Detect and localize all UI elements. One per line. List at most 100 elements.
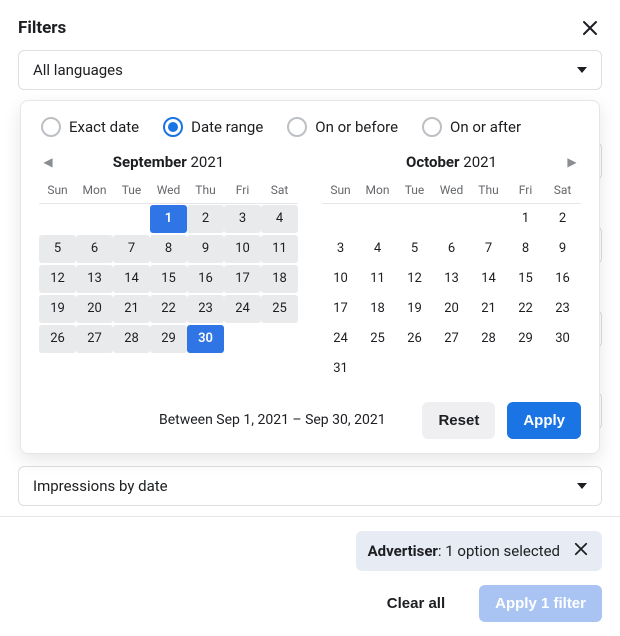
calendar-dow: Thu	[470, 179, 507, 204]
radio-on-or-after[interactable]: On or after	[422, 117, 521, 137]
calendar-day[interactable]: 9	[544, 235, 581, 263]
calendar-day[interactable]: 28	[470, 325, 507, 353]
calendar-day[interactable]: 22	[507, 295, 544, 323]
radio-exact-date[interactable]: Exact date	[41, 117, 139, 137]
calendar-day[interactable]: 3	[224, 205, 261, 233]
calendar-day[interactable]: 13	[433, 265, 470, 293]
languages-dropdown[interactable]: All languages	[18, 50, 602, 90]
calendar-day[interactable]: 13	[76, 265, 113, 293]
calendar-day[interactable]: 14	[113, 265, 150, 293]
calendar-day[interactable]: 6	[76, 235, 113, 263]
calendar-day[interactable]: 31	[322, 355, 359, 383]
radio-date-range[interactable]: Date range	[163, 117, 263, 137]
apply-button[interactable]: Apply	[507, 402, 581, 439]
calendar-day[interactable]: 7	[113, 235, 150, 263]
calendar-day[interactable]: 3	[322, 235, 359, 263]
calendar-day[interactable]: 4	[261, 205, 298, 233]
close-icon[interactable]	[578, 16, 602, 40]
impressions-dropdown[interactable]: Impressions by date	[18, 466, 602, 506]
calendar-day[interactable]: 27	[433, 325, 470, 353]
reset-button[interactable]: Reset	[422, 402, 495, 439]
calendar-day[interactable]: 8	[150, 235, 187, 263]
radio-icon	[163, 117, 183, 137]
calendar-day[interactable]: 19	[396, 295, 433, 323]
calendar-day[interactable]: 22	[150, 295, 187, 323]
prev-month-icon[interactable]: ◀	[39, 153, 57, 171]
calendar-day[interactable]: 21	[470, 295, 507, 323]
calendar-dow: Fri	[224, 179, 261, 204]
calendar-day[interactable]: 19	[39, 295, 76, 323]
radio-label: On or after	[450, 118, 521, 136]
calendar-day[interactable]: 23	[187, 295, 224, 323]
calendar-dow: Wed	[150, 179, 187, 204]
calendar-day[interactable]: 17	[224, 265, 261, 293]
radio-icon	[287, 117, 307, 137]
calendar-day[interactable]: 11	[359, 265, 396, 293]
calendar-day[interactable]: 30	[544, 325, 581, 353]
radio-icon	[422, 117, 442, 137]
calendar-day[interactable]: 25	[359, 325, 396, 353]
next-month-icon[interactable]: ▶	[563, 153, 581, 171]
chevron-down-icon	[577, 67, 587, 73]
date-range-card: Exact date Date range On or before On or…	[20, 100, 600, 454]
calendar-day[interactable]: 7	[470, 235, 507, 263]
calendar-day[interactable]: 8	[507, 235, 544, 263]
calendar-day[interactable]: 29	[507, 325, 544, 353]
calendar-dow: Tue	[113, 179, 150, 204]
radio-icon	[41, 117, 61, 137]
calendar-day[interactable]: 23	[544, 295, 581, 323]
calendar-day[interactable]: 18	[359, 295, 396, 323]
clear-all-button[interactable]: Clear all	[371, 585, 461, 622]
calendar-day[interactable]: 24	[224, 295, 261, 323]
calendar-dow: Sun	[39, 179, 76, 204]
calendar-day[interactable]: 28	[113, 325, 150, 353]
calendar-day[interactable]: 16	[187, 265, 224, 293]
calendar-day[interactable]: 10	[322, 265, 359, 293]
calendar-day[interactable]: 1	[507, 205, 544, 233]
radio-on-or-before[interactable]: On or before	[287, 117, 398, 137]
calendar-day[interactable]: 6	[433, 235, 470, 263]
calendar-day[interactable]: 26	[39, 325, 76, 353]
calendar-day[interactable]: 11	[261, 235, 298, 263]
calendar-day[interactable]: 12	[396, 265, 433, 293]
languages-dropdown-label: All languages	[33, 61, 123, 79]
calendar-day[interactable]: 4	[359, 235, 396, 263]
calendar-day[interactable]: 25	[261, 295, 298, 323]
calendar-day[interactable]: 10	[224, 235, 261, 263]
calendar-day[interactable]: 29	[150, 325, 187, 353]
calendar-day[interactable]: 17	[322, 295, 359, 323]
close-icon[interactable]	[572, 541, 590, 561]
date-summary-text: Between Sep 1, 2021 – Sep 30, 2021	[159, 412, 386, 428]
calendar-day[interactable]: 2	[187, 205, 224, 233]
calendar-day[interactable]: 5	[396, 235, 433, 263]
calendar-day[interactable]: 1	[150, 205, 187, 233]
apply-filters-button[interactable]: Apply 1 filter	[479, 585, 602, 622]
calendar-day[interactable]: 5	[39, 235, 76, 263]
calendar-day[interactable]: 15	[507, 265, 544, 293]
calendar-day[interactable]: 26	[396, 325, 433, 353]
date-mode-radios: Exact date Date range On or before On or…	[39, 115, 581, 149]
calendar-day[interactable]: 18	[261, 265, 298, 293]
calendar-day[interactable]: 16	[544, 265, 581, 293]
impressions-dropdown-label: Impressions by date	[33, 477, 168, 495]
radio-label: Exact date	[69, 118, 139, 136]
calendar-day[interactable]: 24	[322, 325, 359, 353]
calendar-day[interactable]: 15	[150, 265, 187, 293]
calendar-day[interactable]: 21	[113, 295, 150, 323]
calendar-day[interactable]: 12	[39, 265, 76, 293]
calendar-day[interactable]: 27	[76, 325, 113, 353]
calendar-right: October 2021 ▶ SunMonTueWedThuFriSat1234…	[322, 149, 581, 384]
calendar-dow: Sat	[544, 179, 581, 204]
calendar-left-title: September 2021	[113, 153, 224, 171]
calendar-dow: Sun	[322, 179, 359, 204]
calendar-day[interactable]: 20	[76, 295, 113, 323]
calendar-day[interactable]: 2	[544, 205, 581, 233]
calendar-dow: Wed	[433, 179, 470, 204]
calendar-right-title: October 2021	[406, 153, 497, 171]
calendar-dow: Thu	[187, 179, 224, 204]
calendar-dow: Sat	[261, 179, 298, 204]
calendar-day[interactable]: 14	[470, 265, 507, 293]
calendar-day[interactable]: 9	[187, 235, 224, 263]
calendar-day[interactable]: 20	[433, 295, 470, 323]
calendar-day[interactable]: 30	[187, 325, 224, 353]
